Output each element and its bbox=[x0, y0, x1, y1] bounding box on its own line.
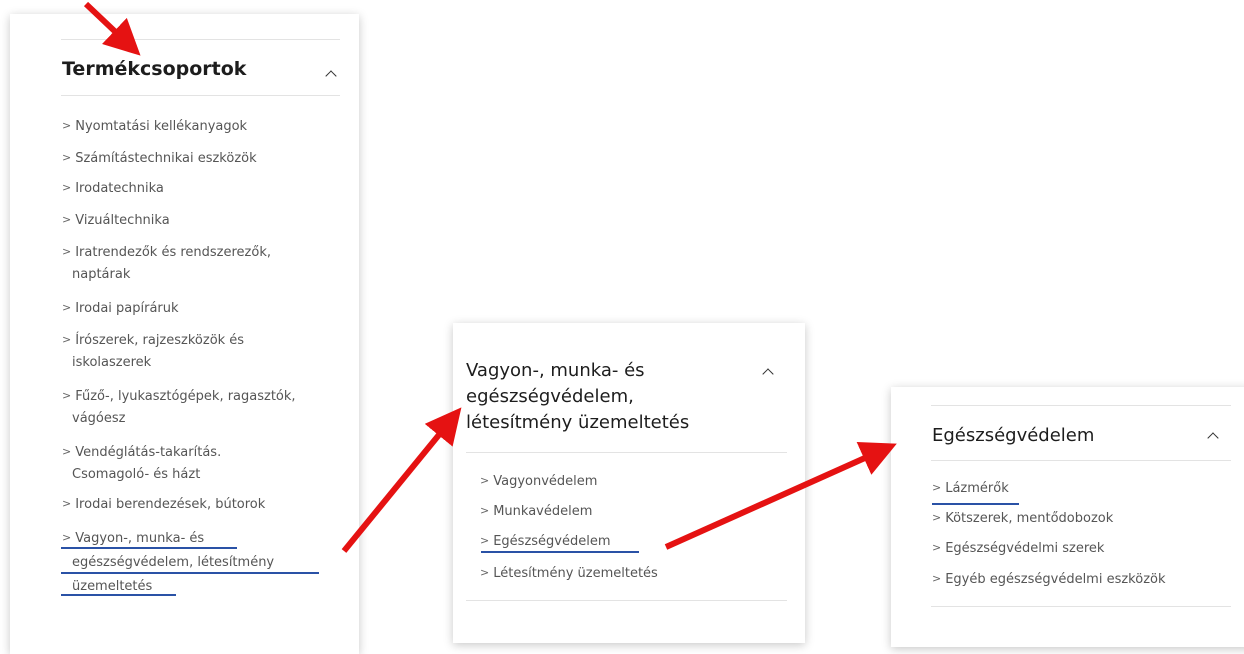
highlight-underline bbox=[481, 551, 639, 553]
chevron-right-icon: > bbox=[480, 566, 490, 579]
chevron-right-icon: > bbox=[480, 534, 490, 547]
chevron-right-icon: > bbox=[62, 389, 72, 402]
chevron-right-icon: > bbox=[62, 181, 72, 194]
divider-bottom bbox=[931, 606, 1231, 607]
chevron-right-icon: > bbox=[932, 481, 942, 494]
chevron-right-icon: > bbox=[62, 151, 72, 164]
category-item-irodatechnika[interactable]: > Irodatechnika bbox=[62, 178, 164, 200]
category-item-irodai-berendezesek[interactable]: > Irodai berendezések, bútorok bbox=[62, 494, 265, 516]
category-item-szamitastechnikai[interactable]: > Számítástechnikai eszközök bbox=[62, 148, 257, 170]
chevron-right-icon: > bbox=[62, 333, 72, 346]
chevron-up-icon[interactable] bbox=[325, 70, 337, 82]
category-item-vizualtechnika[interactable]: > Vizuáltechnika bbox=[62, 210, 170, 232]
divider-top bbox=[61, 39, 340, 40]
health-item-egyeb[interactable]: > Egyéb egészségvédelmi eszközök bbox=[932, 569, 1166, 591]
health-item-lazmerok[interactable]: > Lázmérők bbox=[932, 478, 1009, 500]
divider-header bbox=[61, 95, 340, 96]
panel-title-mid[interactable]: Vagyon-, munka- és egészségvédelem, léte… bbox=[466, 358, 689, 436]
highlight-underline bbox=[61, 572, 319, 574]
category-item-vagyon-munka[interactable]: > Vagyon-, munka- és egészségvédelem, lét… bbox=[62, 527, 274, 599]
category-item-iratrendezok[interactable]: > Iratrendezők és rendszerezők, naptárak bbox=[62, 242, 271, 286]
category-panel-main: Termékcsoportok > Nyomtatási kellékanyago… bbox=[10, 14, 359, 654]
health-item-kotszerek[interactable]: > Kötszerek, mentődobozok bbox=[932, 508, 1113, 530]
subcategory-item-egeszsegvedelem[interactable]: > Egészségvédelem bbox=[480, 531, 611, 553]
category-item-fuzo[interactable]: > Fűző-, lyukasztógépek, ragasztók, vágóe… bbox=[62, 386, 296, 430]
chevron-right-icon: > bbox=[932, 511, 942, 524]
subcategory-item-letesitmeny[interactable]: > Létesítmény üzemeltetés bbox=[480, 563, 658, 585]
category-item-iroszerek[interactable]: > Írószerek, rajzeszközök és iskolaszerek bbox=[62, 330, 244, 374]
chevron-right-icon: > bbox=[62, 213, 72, 226]
category-panel-mid: Vagyon-, munka- és egészségvédelem, léte… bbox=[453, 323, 805, 643]
chevron-right-icon: > bbox=[932, 541, 942, 554]
category-item-nyomtatasi[interactable]: > Nyomtatási kellékanyagok bbox=[62, 116, 247, 138]
category-item-irodai-papiraruk[interactable]: > Irodai papíráruk bbox=[62, 298, 179, 320]
chevron-right-icon: > bbox=[62, 445, 72, 458]
highlight-underline bbox=[932, 503, 1019, 505]
chevron-right-icon: > bbox=[62, 497, 72, 510]
highlight-underline bbox=[61, 594, 176, 596]
category-item-vendeglatas[interactable]: > Vendéglátás-takarítás. Csomagoló- és há… bbox=[62, 442, 221, 486]
category-panel-right: Egészségvédelem > Lázmérők > Kötszerek, me… bbox=[891, 387, 1244, 647]
panel-title-right[interactable]: Egészségvédelem bbox=[932, 421, 1094, 450]
chevron-right-icon: > bbox=[932, 572, 942, 585]
panel-title-main[interactable]: Termékcsoportok bbox=[62, 55, 246, 84]
divider-top bbox=[931, 405, 1231, 406]
chevron-right-icon: > bbox=[480, 504, 490, 517]
chevron-right-icon: > bbox=[62, 301, 72, 314]
annotation-arrow-to-mid-panel bbox=[341, 407, 462, 553]
chevron-right-icon: > bbox=[62, 119, 72, 132]
health-item-szerek[interactable]: > Egészségvédelmi szerek bbox=[932, 538, 1104, 560]
subcategory-item-munkavedelem[interactable]: > Munkavédelem bbox=[480, 501, 592, 523]
chevron-up-icon[interactable] bbox=[1207, 432, 1219, 444]
chevron-right-icon: > bbox=[62, 531, 72, 544]
chevron-right-icon: > bbox=[480, 474, 490, 487]
chevron-up-icon[interactable] bbox=[762, 368, 774, 380]
chevron-right-icon: > bbox=[62, 245, 72, 258]
highlight-underline bbox=[61, 547, 237, 549]
divider-header bbox=[931, 460, 1231, 461]
subcategory-item-vagyonvedelem[interactable]: > Vagyonvédelem bbox=[480, 471, 597, 493]
divider-header bbox=[466, 452, 787, 453]
divider-bottom bbox=[466, 600, 787, 601]
